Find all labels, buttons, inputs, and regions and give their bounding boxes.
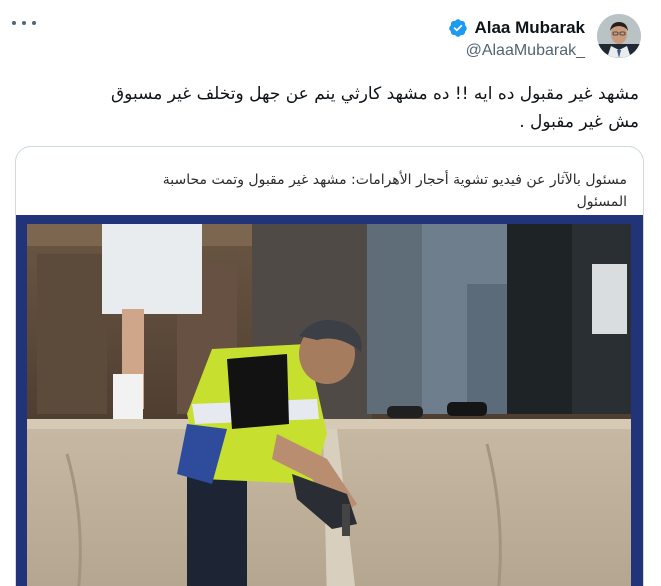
tweet: Alaa Mubarak @AlaaMubarak_ مشهد غير مقبو… <box>0 0 661 586</box>
author-handle[interactable]: @AlaaMubarak_ <box>448 42 585 60</box>
verified-badge-icon <box>449 19 468 37</box>
card-headline-line: مسئول بالآثار عن فيديو تشوية أحجار الأهر… <box>162 172 627 188</box>
avatar-photo <box>597 14 641 58</box>
tweet-text-line: مش غير مقبول . <box>519 112 639 132</box>
author-display-name[interactable]: Alaa Mubarak <box>474 18 585 38</box>
link-card[interactable]: مسئول بالآثار عن فيديو تشوية أحجار الأهر… <box>15 146 644 586</box>
more-options-icon[interactable] <box>12 14 36 32</box>
tweet-text-line: مشهد غير مقبول ده ايه !! ده مشهد كارثي ي… <box>110 84 639 104</box>
card-headline-line: المسئول <box>576 194 627 210</box>
card-headline[interactable]: مسئول بالآثار عن فيديو تشوية أحجار الأهر… <box>37 169 627 213</box>
card-media-image[interactable] <box>27 224 631 586</box>
card-media-frame <box>16 215 643 586</box>
name-row: Alaa Mubarak <box>448 18 585 38</box>
tweet-header: Alaa Mubarak @AlaaMubarak_ <box>448 14 641 60</box>
author-names: Alaa Mubarak @AlaaMubarak_ <box>448 14 585 60</box>
pyramid-scene-image <box>27 224 631 586</box>
tweet-text: مشهد غير مقبول ده ايه !! ده مشهد كارثي ي… <box>39 80 639 136</box>
avatar[interactable] <box>597 14 641 58</box>
